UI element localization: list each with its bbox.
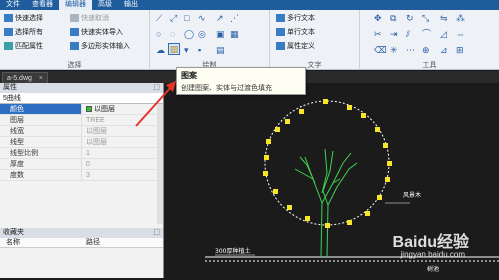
annotation-arrow-icon bbox=[135, 81, 176, 127]
